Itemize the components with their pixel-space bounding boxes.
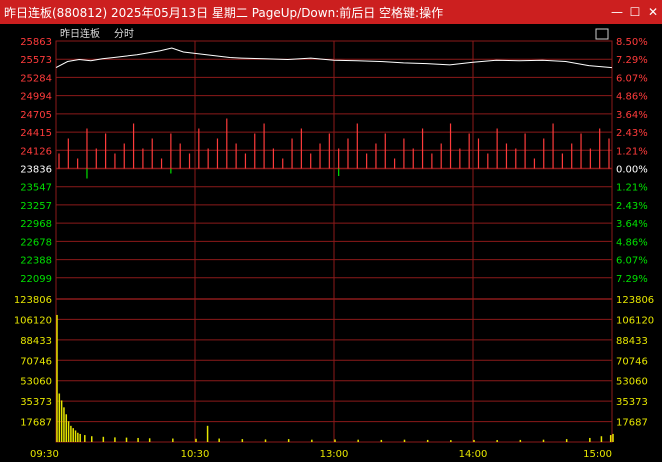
- price-tick-label: 24126: [20, 146, 52, 157]
- volume-tick-label-right: 53060: [616, 377, 648, 388]
- intraday-chart[interactable]: 昨日连板 分时 25863 25573 25284 24994 24705 24415 24…: [0, 24, 662, 462]
- percent-tick-label: 1.21%: [616, 183, 648, 194]
- price-tick-label: 22678: [20, 237, 52, 248]
- percent-tick-label: 3.64%: [616, 219, 648, 230]
- percent-tick-label: 7.29%: [616, 274, 648, 285]
- price-axis-left: 25863 25573 25284 24994 24705 24415 24126 23836…: [14, 37, 52, 429]
- volume-tick-label: 88433: [20, 336, 52, 347]
- percent-tick-label: 6.07%: [616, 256, 648, 267]
- maximize-button[interactable]: ☐: [628, 5, 642, 19]
- minimize-button[interactable]: —: [610, 5, 624, 19]
- percent-base-label: 0.00%: [616, 165, 648, 176]
- percent-tick-label: 2.43%: [616, 128, 648, 139]
- price-tick-label: 24994: [20, 92, 52, 103]
- price-tick-label: 25573: [20, 55, 52, 66]
- price-tick-label: 22099: [20, 274, 52, 285]
- volume-tick-label-right: 88433: [616, 336, 648, 347]
- close-button[interactable]: ✕: [646, 5, 660, 19]
- volume-tick-label: 106120: [14, 315, 52, 326]
- volume-tick-label-right: 35373: [616, 397, 648, 408]
- percent-tick-label: 2.43%: [616, 201, 648, 212]
- title-bar: 昨日连板(880812) 2025年05月13日 星期二 PageUp/Down…: [0, 0, 662, 24]
- percent-tick-label: 4.86%: [616, 92, 648, 103]
- price-tick-label: 25284: [20, 73, 52, 84]
- percent-tick-label: 8.50%: [616, 37, 648, 48]
- volume-tick-label-right: 17687: [616, 418, 648, 429]
- price-tick-label: 23547: [20, 183, 52, 194]
- price-tick-label: 25863: [20, 37, 52, 48]
- percent-tick-label: 1.21%: [616, 146, 648, 157]
- percent-tick-label: 6.07%: [616, 73, 648, 84]
- price-tick-label: 23257: [20, 201, 52, 212]
- price-tick-label: 24705: [20, 110, 52, 121]
- volume-tick-label: 35373: [20, 397, 52, 408]
- volume-tick-label-right: 70746: [616, 356, 648, 367]
- price-tick-label: 24415: [20, 128, 52, 139]
- toggle-icon[interactable]: [595, 28, 609, 40]
- window-title: 昨日连板(880812) 2025年05月13日 星期二 PageUp/Down…: [4, 6, 444, 20]
- time-label: 13:00: [320, 449, 349, 460]
- time-label: 14:00: [459, 449, 488, 460]
- percent-axis-right: 8.50% 7.29% 6.07% 4.86% 3.64% 2.43% 1.21% 0.00%…: [616, 37, 654, 429]
- mode-label[interactable]: 分时: [114, 28, 134, 40]
- time-label: 15:00: [583, 449, 612, 460]
- time-axis: 09:30 10:30 13:00 14:00 15:00: [30, 449, 612, 460]
- percent-tick-label: 7.29%: [616, 55, 648, 66]
- time-label: 09:30: [30, 449, 59, 460]
- percent-tick-label: 3.64%: [616, 110, 648, 121]
- stock-name-label: 昨日连板: [60, 27, 100, 40]
- volume-tick-label-right: 123806: [616, 295, 654, 306]
- price-base-label: 23836: [20, 165, 52, 176]
- volume-tick-label: 53060: [20, 377, 52, 388]
- price-tick-label: 22388: [20, 256, 52, 267]
- volume-tick-label-right: 106120: [616, 315, 654, 326]
- volume-tick-label: 17687: [20, 418, 52, 429]
- volume-tick-label: 123806: [14, 295, 52, 306]
- percent-tick-label: 4.86%: [616, 237, 648, 248]
- price-tick-label: 22968: [20, 219, 52, 230]
- volume-tick-label: 70746: [20, 356, 52, 367]
- time-label: 10:30: [181, 449, 210, 460]
- volume-bars: [56, 314, 614, 442]
- chart-grid: [55, 40, 613, 443]
